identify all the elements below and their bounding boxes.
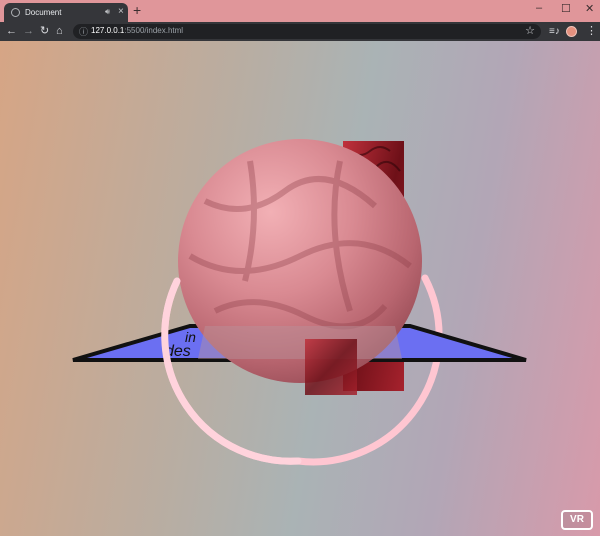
menu-dots-icon[interactable]: ⋮ (586, 24, 597, 39)
webgl-viewport[interactable]: in des VR (0, 41, 600, 536)
back-arrow-icon[interactable]: ← (6, 24, 17, 39)
vr-button[interactable]: VR (561, 510, 593, 530)
plane-through-sphere (198, 326, 402, 359)
browser-titlebar: Document 🔊︎ × + – ☐ ✕ (0, 0, 600, 22)
video-box-lower (305, 339, 357, 395)
speaker-icon[interactable]: 🔊︎ (105, 7, 110, 17)
tab-title: Document (25, 8, 62, 17)
home-icon[interactable]: ⌂ (56, 24, 63, 39)
browser-toolbar: ← → ↻ ⌂ ⓘ 127.0.0.1:5500/index.html ☆ ≡♪… (0, 22, 600, 41)
bookmark-star-icon[interactable]: ☆ (525, 24, 535, 37)
site-info-icon[interactable]: ⓘ (79, 25, 88, 38)
scene-canvas: in des (72, 139, 527, 466)
new-tab-button[interactable]: + (133, 3, 141, 17)
address-bar[interactable]: ⓘ 127.0.0.1:5500/index.html ☆ (73, 24, 541, 39)
forward-arrow-icon[interactable]: → (23, 24, 34, 39)
browser-tab[interactable]: Document 🔊︎ × (4, 3, 128, 22)
globe-icon (11, 8, 20, 17)
address-url: 127.0.0.1:5500/index.html (91, 26, 183, 35)
minimize-button[interactable]: – (536, 2, 542, 14)
reload-icon[interactable]: ↻ (40, 24, 49, 39)
url-host: 127.0.0.1 (91, 26, 125, 35)
maximize-button[interactable]: ☐ (561, 2, 571, 15)
profile-avatar[interactable] (566, 26, 577, 37)
close-window-button[interactable]: ✕ (585, 2, 594, 15)
media-control-icon[interactable]: ≡♪ (549, 24, 560, 39)
tab-close-button[interactable]: × (118, 6, 124, 17)
url-path: :5500/index.html (124, 26, 184, 35)
